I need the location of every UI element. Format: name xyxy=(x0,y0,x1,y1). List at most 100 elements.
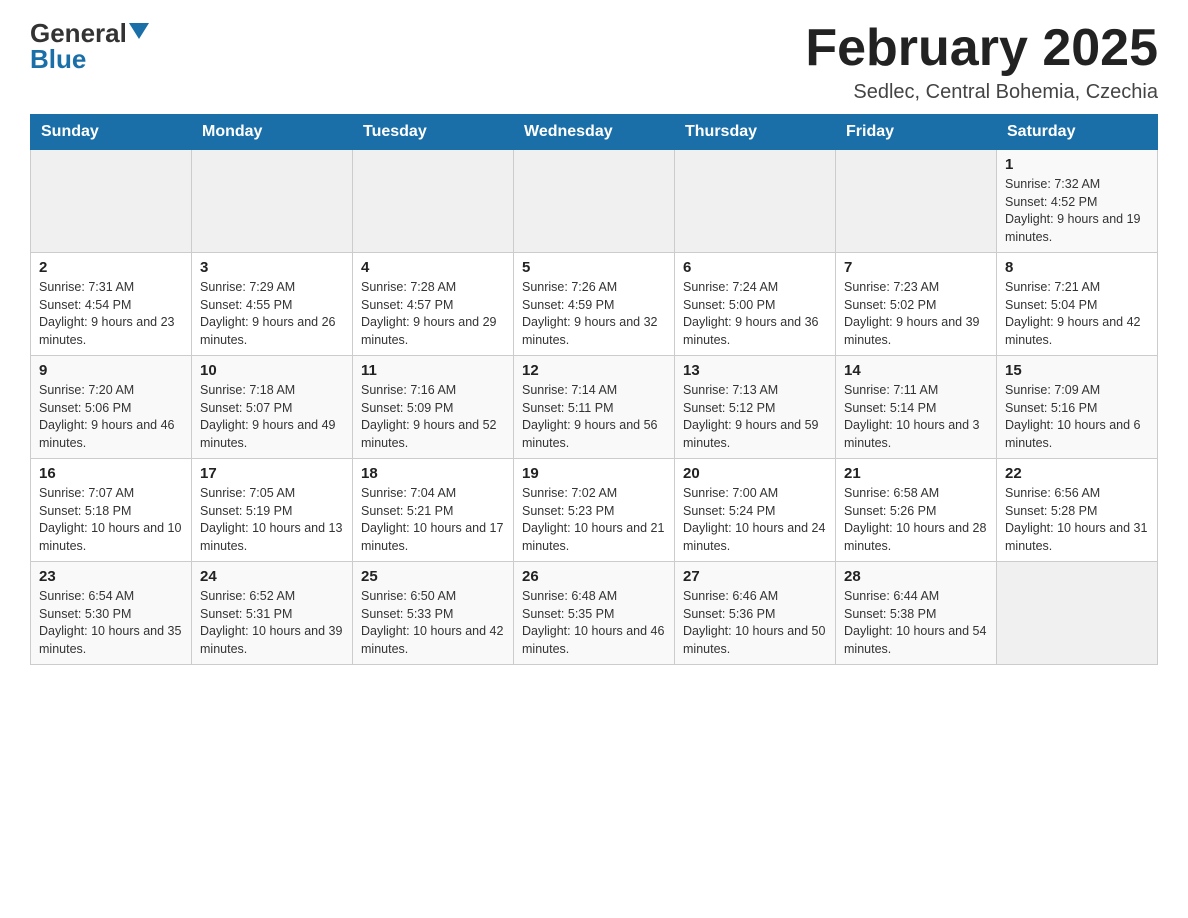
day-number: 13 xyxy=(683,362,827,379)
calendar-cell: 23Sunrise: 6:54 AMSunset: 5:30 PMDayligh… xyxy=(31,562,192,665)
day-number: 5 xyxy=(522,259,666,276)
calendar-cell xyxy=(836,150,997,253)
calendar-cell xyxy=(31,150,192,253)
day-number: 9 xyxy=(39,362,183,379)
calendar-table: SundayMondayTuesdayWednesdayThursdayFrid… xyxy=(30,114,1158,665)
calendar-cell: 5 Sunrise: 7:26 AMSunset: 4:59 PMDaylight… xyxy=(514,253,675,356)
calendar-cell xyxy=(514,150,675,253)
day-info: Sunrise: 7:09 AMSunset: 5:16 PMDaylight:… xyxy=(1005,382,1149,452)
calendar-cell: 7 Sunrise: 7:23 AMSunset: 5:02 PMDaylight… xyxy=(836,253,997,356)
day-number: 25 xyxy=(361,568,505,585)
day-info: Sunrise: 6:48 AMSunset: 5:35 PMDaylight:… xyxy=(522,588,666,658)
day-number: 1 xyxy=(1005,156,1149,173)
day-info: Sunrise: 7:23 AMSunset: 5:02 PMDaylight:… xyxy=(844,279,988,349)
calendar-cell: 10 Sunrise: 7:18 AMSunset: 5:07 PMDayligh… xyxy=(192,356,353,459)
day-number: 6 xyxy=(683,259,827,276)
calendar-cell: 14 Sunrise: 7:11 AMSunset: 5:14 PMDayligh… xyxy=(836,356,997,459)
day-number: 20 xyxy=(683,465,827,482)
day-number: 18 xyxy=(361,465,505,482)
day-number: 17 xyxy=(200,465,344,482)
calendar-week-row: 16 Sunrise: 7:07 AMSunset: 5:18 PMDayligh… xyxy=(31,459,1158,562)
logo-triangle-icon xyxy=(129,23,149,39)
day-number: 3 xyxy=(200,259,344,276)
calendar-cell: 17 Sunrise: 7:05 AMSunset: 5:19 PMDayligh… xyxy=(192,459,353,562)
day-info: Sunrise: 6:54 AMSunset: 5:30 PMDaylight:… xyxy=(39,588,183,658)
logo-general-text: General xyxy=(30,20,127,46)
day-number: 4 xyxy=(361,259,505,276)
title-block: February 2025 Sedlec, Central Bohemia, C… xyxy=(805,20,1158,104)
calendar-cell: 11 Sunrise: 7:16 AMSunset: 5:09 PMDayligh… xyxy=(353,356,514,459)
day-number: 7 xyxy=(844,259,988,276)
calendar-cell: 19 Sunrise: 7:02 AMSunset: 5:23 PMDayligh… xyxy=(514,459,675,562)
month-title: February 2025 xyxy=(805,20,1158,77)
calendar-cell: 13Sunrise: 7:13 AMSunset: 5:12 PMDayligh… xyxy=(675,356,836,459)
day-number: 21 xyxy=(844,465,988,482)
day-info: Sunrise: 7:28 AMSunset: 4:57 PMDaylight:… xyxy=(361,279,505,349)
weekday-header-row: SundayMondayTuesdayWednesdayThursdayFrid… xyxy=(31,115,1158,150)
calendar-cell: 8Sunrise: 7:21 AMSunset: 5:04 PMDaylight… xyxy=(997,253,1158,356)
calendar-cell xyxy=(192,150,353,253)
day-info: Sunrise: 7:18 AMSunset: 5:07 PMDaylight:… xyxy=(200,382,344,452)
day-number: 11 xyxy=(361,362,505,379)
day-info: Sunrise: 6:46 AMSunset: 5:36 PMDaylight:… xyxy=(683,588,827,658)
calendar-cell: 24 Sunrise: 6:52 AMSunset: 5:31 PMDayligh… xyxy=(192,562,353,665)
calendar-cell: 22 Sunrise: 6:56 AMSunset: 5:28 PMDayligh… xyxy=(997,459,1158,562)
day-info: Sunrise: 7:05 AMSunset: 5:19 PMDaylight:… xyxy=(200,485,344,555)
day-number: 26 xyxy=(522,568,666,585)
day-number: 14 xyxy=(844,362,988,379)
calendar-cell: 12 Sunrise: 7:14 AMSunset: 5:11 PMDayligh… xyxy=(514,356,675,459)
calendar-cell: 3 Sunrise: 7:29 AMSunset: 4:55 PMDaylight… xyxy=(192,253,353,356)
calendar-cell xyxy=(997,562,1158,665)
calendar-cell: 6 Sunrise: 7:24 AMSunset: 5:00 PMDaylight… xyxy=(675,253,836,356)
day-number: 27 xyxy=(683,568,827,585)
calendar-cell: 18 Sunrise: 7:04 AMSunset: 5:21 PMDayligh… xyxy=(353,459,514,562)
weekday-header-sunday: Sunday xyxy=(31,115,192,150)
day-info: Sunrise: 7:00 AMSunset: 5:24 PMDaylight:… xyxy=(683,485,827,555)
day-info: Sunrise: 6:52 AMSunset: 5:31 PMDaylight:… xyxy=(200,588,344,658)
day-info: Sunrise: 6:50 AMSunset: 5:33 PMDaylight:… xyxy=(361,588,505,658)
calendar-week-row: 23Sunrise: 6:54 AMSunset: 5:30 PMDayligh… xyxy=(31,562,1158,665)
day-number: 12 xyxy=(522,362,666,379)
day-info: Sunrise: 6:44 AMSunset: 5:38 PMDaylight:… xyxy=(844,588,988,658)
day-number: 24 xyxy=(200,568,344,585)
weekday-header-thursday: Thursday xyxy=(675,115,836,150)
day-info: Sunrise: 7:16 AMSunset: 5:09 PMDaylight:… xyxy=(361,382,505,452)
calendar-week-row: 9 Sunrise: 7:20 AMSunset: 5:06 PMDaylight… xyxy=(31,356,1158,459)
day-info: Sunrise: 7:21 AMSunset: 5:04 PMDaylight:… xyxy=(1005,279,1149,349)
calendar-cell xyxy=(353,150,514,253)
location-title: Sedlec, Central Bohemia, Czechia xyxy=(805,81,1158,104)
day-info: Sunrise: 7:24 AMSunset: 5:00 PMDaylight:… xyxy=(683,279,827,349)
day-info: Sunrise: 7:29 AMSunset: 4:55 PMDaylight:… xyxy=(200,279,344,349)
day-info: Sunrise: 7:02 AMSunset: 5:23 PMDaylight:… xyxy=(522,485,666,555)
day-info: Sunrise: 7:31 AMSunset: 4:54 PMDaylight:… xyxy=(39,279,183,349)
day-info: Sunrise: 7:26 AMSunset: 4:59 PMDaylight:… xyxy=(522,279,666,349)
day-number: 28 xyxy=(844,568,988,585)
logo: General Blue xyxy=(30,20,149,72)
day-number: 15 xyxy=(1005,362,1149,379)
calendar-cell: 2 Sunrise: 7:31 AMSunset: 4:54 PMDaylight… xyxy=(31,253,192,356)
day-info: Sunrise: 7:04 AMSunset: 5:21 PMDaylight:… xyxy=(361,485,505,555)
calendar-cell: 4 Sunrise: 7:28 AMSunset: 4:57 PMDaylight… xyxy=(353,253,514,356)
day-info: Sunrise: 6:56 AMSunset: 5:28 PMDaylight:… xyxy=(1005,485,1149,555)
calendar-cell: 27 Sunrise: 6:46 AMSunset: 5:36 PMDayligh… xyxy=(675,562,836,665)
day-info: Sunrise: 7:11 AMSunset: 5:14 PMDaylight:… xyxy=(844,382,988,452)
calendar-week-row: 1Sunrise: 7:32 AMSunset: 4:52 PMDaylight… xyxy=(31,150,1158,253)
day-info: Sunrise: 7:20 AMSunset: 5:06 PMDaylight:… xyxy=(39,382,183,452)
calendar-cell: 16 Sunrise: 7:07 AMSunset: 5:18 PMDayligh… xyxy=(31,459,192,562)
calendar-cell: 15 Sunrise: 7:09 AMSunset: 5:16 PMDayligh… xyxy=(997,356,1158,459)
calendar-cell: 21Sunrise: 6:58 AMSunset: 5:26 PMDayligh… xyxy=(836,459,997,562)
day-number: 16 xyxy=(39,465,183,482)
weekday-header-tuesday: Tuesday xyxy=(353,115,514,150)
day-info: Sunrise: 7:14 AMSunset: 5:11 PMDaylight:… xyxy=(522,382,666,452)
weekday-header-monday: Monday xyxy=(192,115,353,150)
weekday-header-saturday: Saturday xyxy=(997,115,1158,150)
day-info: Sunrise: 7:07 AMSunset: 5:18 PMDaylight:… xyxy=(39,485,183,555)
day-number: 2 xyxy=(39,259,183,276)
weekday-header-friday: Friday xyxy=(836,115,997,150)
day-number: 22 xyxy=(1005,465,1149,482)
calendar-cell: 28 Sunrise: 6:44 AMSunset: 5:38 PMDayligh… xyxy=(836,562,997,665)
day-number: 19 xyxy=(522,465,666,482)
day-number: 10 xyxy=(200,362,344,379)
weekday-header-wednesday: Wednesday xyxy=(514,115,675,150)
calendar-body: 1Sunrise: 7:32 AMSunset: 4:52 PMDaylight… xyxy=(31,150,1158,665)
